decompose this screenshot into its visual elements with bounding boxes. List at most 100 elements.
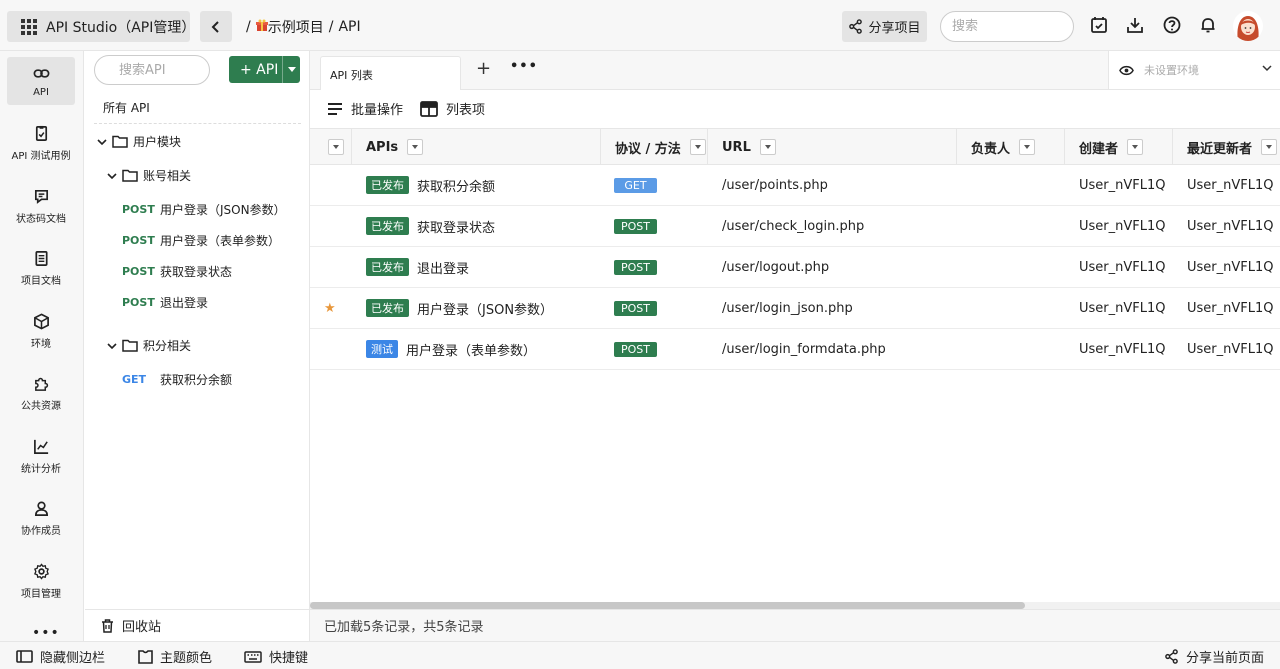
folder-label: 用户模块 bbox=[133, 135, 182, 149]
tab-bar: API 列表 + ••• 未设置环境 bbox=[310, 51, 1280, 91]
cube-icon bbox=[33, 312, 49, 330]
api-name[interactable]: 用户登录（表单参数） bbox=[406, 340, 536, 359]
column-updater[interactable]: 最近更新者 bbox=[1173, 129, 1280, 165]
avatar[interactable] bbox=[1233, 11, 1263, 41]
nav-item-shared-resources[interactable]: 公共资源 bbox=[7, 369, 75, 417]
column-label: 最近更新者 bbox=[1187, 141, 1253, 157]
column-creator[interactable]: 创建者 bbox=[1065, 129, 1173, 165]
tree-api-item[interactable]: POST 用户登录（表单参数） bbox=[122, 232, 280, 249]
nav-more-button[interactable]: ••• bbox=[32, 625, 60, 641]
share-page-button[interactable]: 分享当前页面 bbox=[1164, 647, 1264, 666]
table-row[interactable]: ★ 已发布 用户登录（JSON参数） POST /user/login_json.… bbox=[310, 288, 1280, 329]
api-name[interactable]: 获取积分余额 bbox=[417, 176, 495, 195]
dropdown-icon[interactable] bbox=[759, 139, 776, 155]
nav-item-project-settings[interactable]: 项目管理 bbox=[7, 557, 75, 605]
back-button[interactable] bbox=[200, 11, 232, 42]
column-owner[interactable]: 负责人 bbox=[957, 129, 1065, 165]
status-badge: 测试 bbox=[366, 340, 398, 358]
folder-user-module[interactable]: 用户模块 bbox=[97, 133, 181, 150]
list-lines-icon bbox=[328, 102, 342, 115]
nav-item-analytics[interactable]: 统计分析 bbox=[7, 432, 75, 480]
share-project-label: 分享项目 bbox=[868, 21, 921, 36]
folder-points[interactable]: 积分相关 bbox=[107, 337, 191, 354]
dropdown-icon[interactable] bbox=[407, 139, 424, 155]
nav-item-project-docs[interactable]: 项目文档 bbox=[7, 244, 75, 292]
add-api-button[interactable]: + API bbox=[229, 56, 300, 83]
column-label: URL bbox=[722, 139, 751, 155]
apps-grid-icon bbox=[21, 18, 37, 35]
api-updater: User_nVFL1Q bbox=[1187, 218, 1274, 234]
sidebar-icon bbox=[16, 650, 33, 663]
folder-account[interactable]: 账号相关 bbox=[107, 167, 191, 184]
batch-operation-button[interactable]: 批量操作 bbox=[327, 99, 403, 118]
method-label: POST bbox=[122, 296, 155, 309]
table-row[interactable]: 已发布 获取登录状态 POST /user/check_login.php Use… bbox=[310, 206, 1280, 247]
scrollbar-thumb[interactable] bbox=[310, 602, 1025, 609]
nav-item-members[interactable]: 协作成员 bbox=[7, 494, 75, 542]
tree-api-item[interactable]: POST 获取登录状态 bbox=[122, 263, 232, 280]
bell-icon[interactable] bbox=[1198, 15, 1218, 35]
app-switcher-button[interactable]: API Studio（API管理） bbox=[7, 11, 195, 42]
test-case-icon bbox=[35, 125, 47, 141]
method-badge: POST bbox=[614, 300, 657, 316]
nav-item-api[interactable]: API bbox=[7, 57, 75, 105]
method-label: POST bbox=[122, 203, 155, 216]
dropdown-icon[interactable] bbox=[1261, 139, 1278, 155]
add-api-label: + API bbox=[240, 61, 279, 78]
share-project-button[interactable]: 分享项目 bbox=[842, 11, 927, 42]
api-name[interactable]: 用户登录（JSON参数） bbox=[417, 299, 553, 318]
nav-item-environment[interactable]: 环境 bbox=[7, 307, 75, 355]
star-icon[interactable]: ★ bbox=[324, 301, 336, 316]
dropdown-icon[interactable] bbox=[1127, 139, 1144, 155]
column-method[interactable]: 协议 / 方法 bbox=[601, 129, 708, 165]
folder-icon bbox=[112, 135, 128, 148]
shortcuts-button[interactable]: 快捷键 bbox=[244, 647, 308, 666]
link-icon bbox=[33, 68, 49, 78]
download-icon[interactable] bbox=[1125, 15, 1145, 35]
dropdown-icon[interactable] bbox=[689, 139, 706, 155]
records-info: 已加载5条记录，共5条记录 bbox=[310, 609, 1280, 641]
chevron-left-icon bbox=[211, 20, 219, 33]
tree-api-item[interactable]: POST 用户登录（JSON参数） bbox=[122, 201, 286, 218]
table-row[interactable]: 已发布 获取积分余额 GET /user/points.php User_nVFL… bbox=[310, 165, 1280, 206]
folder-label: 账号相关 bbox=[143, 169, 192, 183]
tree-api-item[interactable]: POST 退出登录 bbox=[122, 294, 208, 311]
api-name: 用户登录（表单参数） bbox=[160, 234, 281, 248]
api-updater: User_nVFL1Q bbox=[1187, 259, 1274, 275]
column-settings-button[interactable]: 列表项 bbox=[420, 99, 485, 118]
theme-color-label: 主题颜色 bbox=[160, 651, 213, 666]
column-apis[interactable]: APIs bbox=[352, 129, 601, 165]
gear-icon bbox=[33, 562, 49, 580]
column-url[interactable]: URL bbox=[708, 129, 957, 165]
breadcrumb-project[interactable]: 示例项目 bbox=[268, 17, 324, 37]
tab-api-list[interactable]: API 列表 bbox=[320, 56, 461, 91]
column-label: 协议 / 方法 bbox=[615, 141, 681, 157]
table-row[interactable]: 已发布 退出登录 POST /user/logout.php User_nVFL1… bbox=[310, 247, 1280, 288]
api-search-input[interactable] bbox=[94, 55, 210, 85]
api-name[interactable]: 获取登录状态 bbox=[417, 217, 495, 236]
nav-label: 协作成员 bbox=[21, 525, 61, 537]
all-api-item[interactable]: 所有 API bbox=[103, 99, 150, 116]
global-search-input[interactable] bbox=[940, 11, 1074, 42]
theme-color-button[interactable]: 主题颜色 bbox=[138, 647, 212, 666]
recycle-label: 回收站 bbox=[122, 620, 162, 635]
tab-more-button[interactable]: ••• bbox=[510, 59, 538, 74]
help-icon[interactable] bbox=[1162, 15, 1182, 35]
hide-sidebar-button[interactable]: 隐藏侧边栏 bbox=[16, 647, 105, 666]
nav-label: 统计分析 bbox=[21, 463, 61, 475]
select-all-dropdown[interactable] bbox=[310, 129, 352, 165]
recycle-bin-button[interactable]: 回收站 bbox=[85, 609, 310, 641]
nav-item-test-cases[interactable]: API 测试用例 bbox=[7, 119, 75, 167]
api-name[interactable]: 退出登录 bbox=[417, 258, 469, 277]
horizontal-scrollbar[interactable] bbox=[310, 602, 1280, 609]
tree-api-item[interactable]: GET 获取积分余额 bbox=[122, 371, 232, 388]
environment-select[interactable]: 未设置环境 bbox=[1108, 51, 1280, 89]
add-tab-button[interactable]: + bbox=[476, 58, 491, 79]
calendar-check-icon[interactable] bbox=[1089, 15, 1109, 35]
api-tree-panel: + API 所有 API 用户模块 账号相关 POST 用户登录（JSON参数）… bbox=[85, 51, 310, 641]
chevron-down-icon bbox=[107, 342, 117, 349]
nav-item-status-docs[interactable]: 状态码文档 bbox=[7, 182, 75, 230]
dropdown-icon[interactable] bbox=[1019, 139, 1036, 155]
add-api-dropdown[interactable] bbox=[282, 56, 300, 83]
table-row[interactable]: 测试 用户登录（表单参数） POST /user/login_formdata.p… bbox=[310, 329, 1280, 370]
